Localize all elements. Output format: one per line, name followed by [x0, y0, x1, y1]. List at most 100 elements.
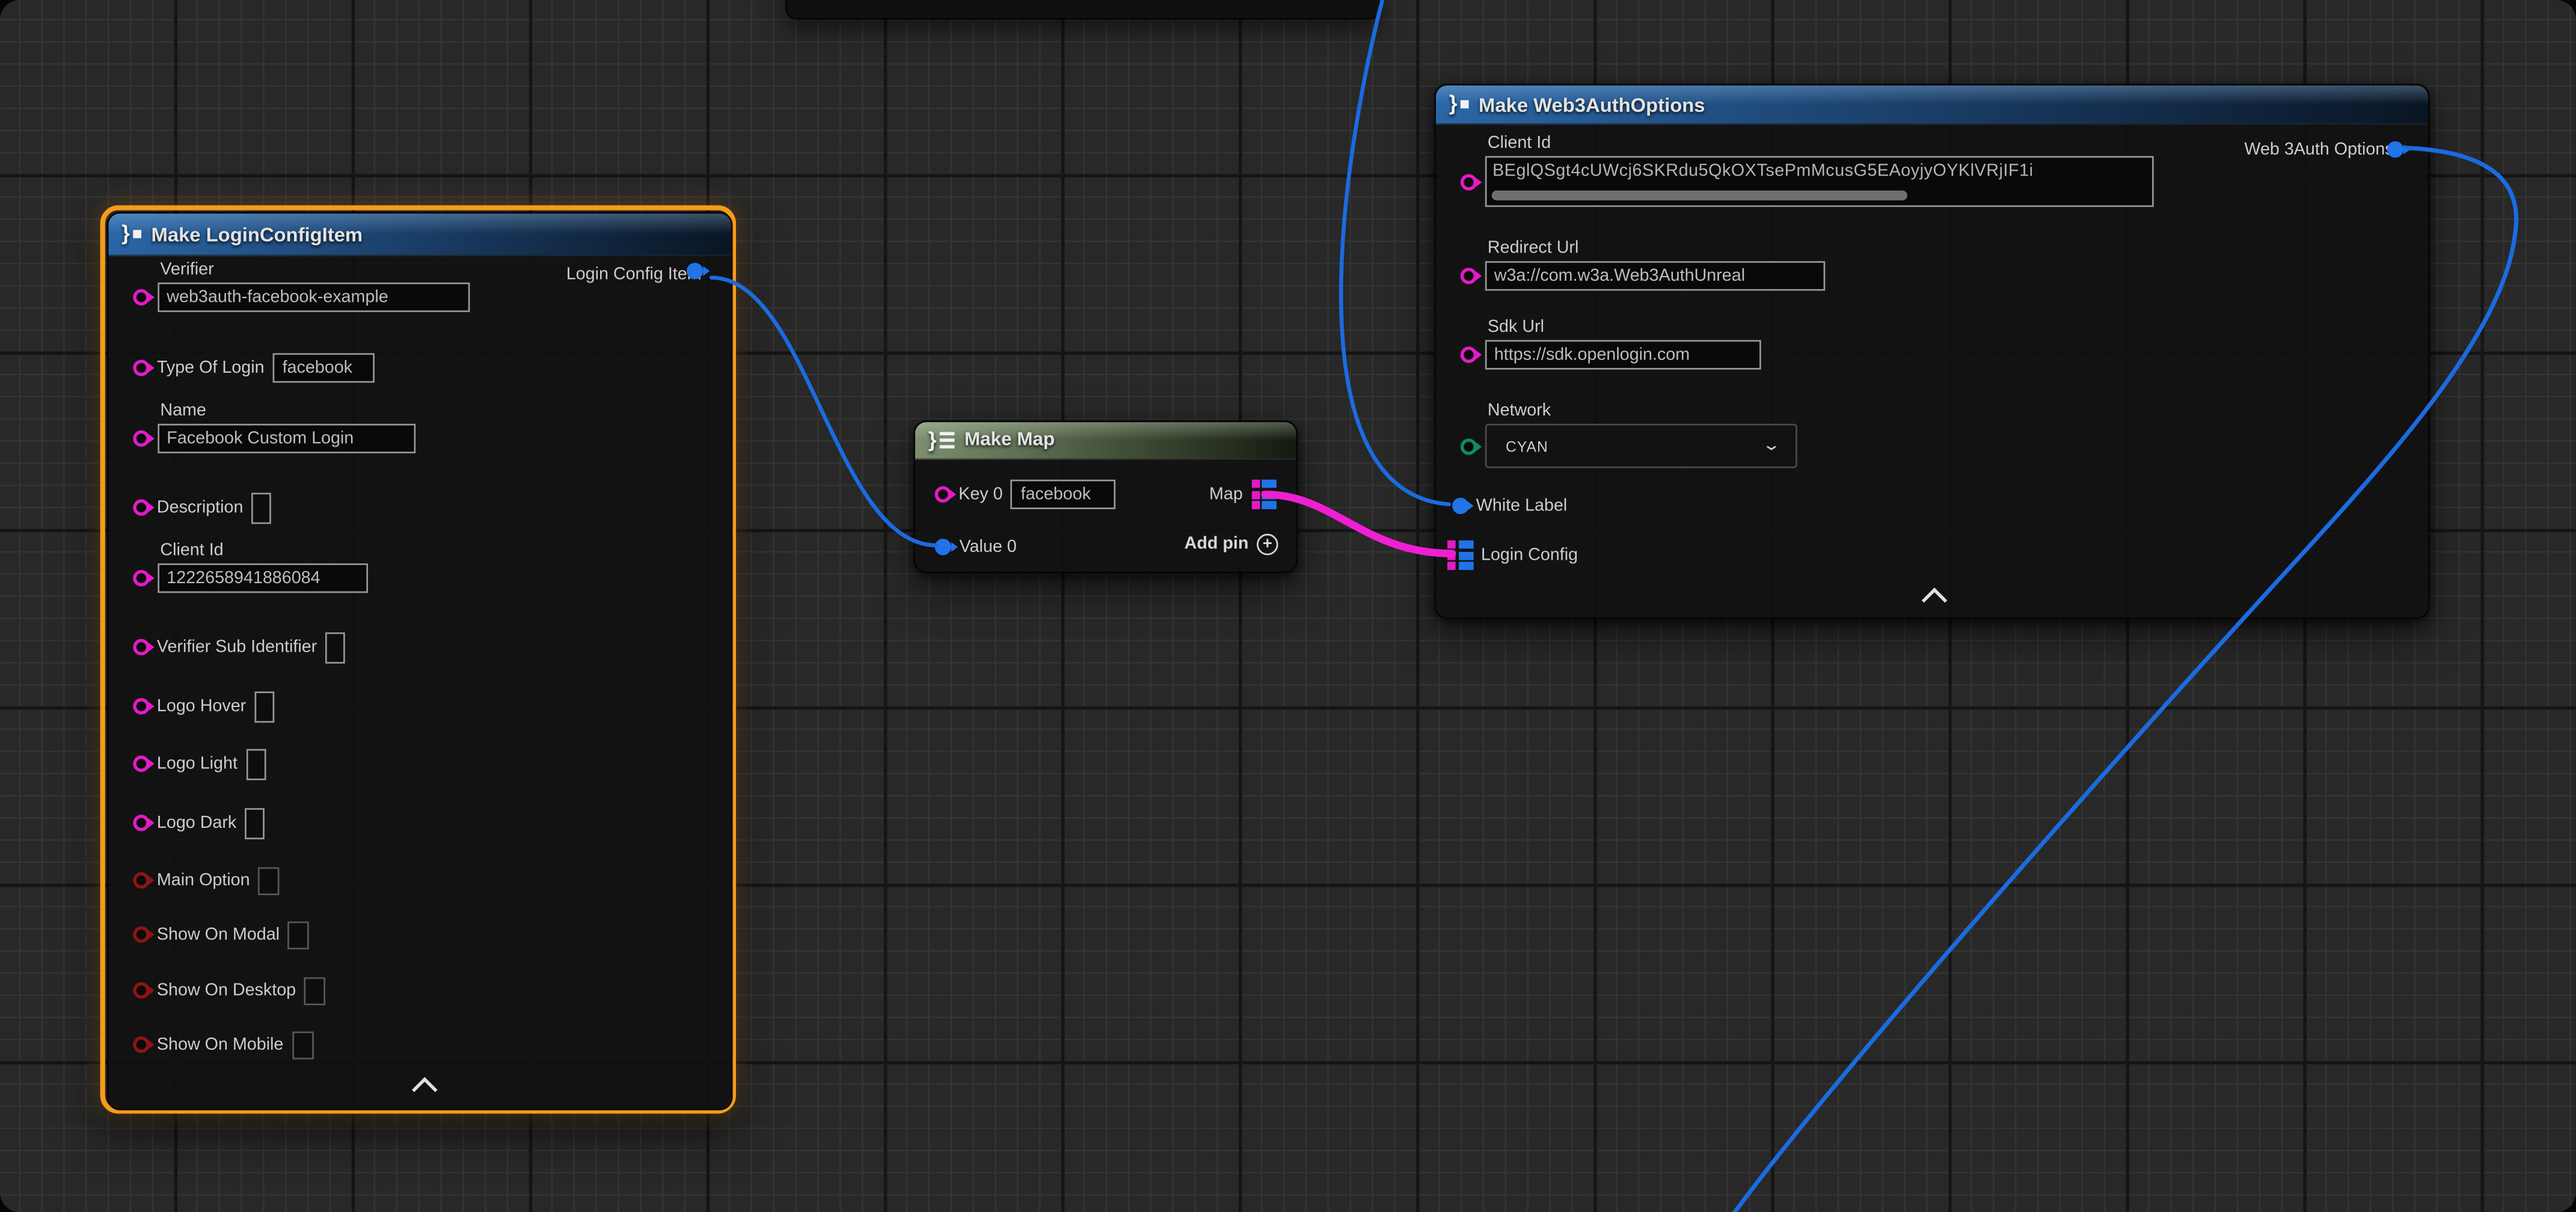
make-struct-icon: }: [121, 224, 141, 245]
input-pin-sdk-url[interactable]: [1459, 346, 1476, 363]
pin-label-verifier-sub-identifier: Verifier Sub Identifier: [157, 637, 317, 657]
node-title: Make LoginConfigItem: [152, 222, 363, 245]
pin-row-logo-dark: Logo Dark: [132, 806, 265, 839]
input-pin-type-of-login[interactable]: [132, 360, 149, 376]
input-pin-logo-dark[interactable]: [132, 815, 149, 831]
pin-label-network: Network: [1488, 401, 1797, 421]
wire-loginconfigitem-to-value0[interactable]: [711, 278, 936, 545]
pin-row-value0: Value 0: [935, 530, 1017, 563]
output-label-map: Map: [1209, 485, 1243, 504]
pin-label-sdk-url: Sdk Url: [1488, 317, 1761, 337]
pin-label-description: Description: [157, 498, 244, 518]
node-make-web3authoptions[interactable]: } Make Web3AuthOptions Web 3Auth Options…: [1434, 84, 2430, 619]
logo-hover-field[interactable]: [254, 691, 274, 722]
make-struct-icon: }: [1449, 94, 1469, 115]
description-field[interactable]: [251, 492, 271, 523]
verifier-sub-identifier-field[interactable]: [325, 631, 345, 663]
node-title: Make Map: [964, 430, 1055, 450]
node-title: Make Web3AuthOptions: [1479, 93, 1705, 115]
main-option-checkbox[interactable]: [258, 866, 280, 894]
input-pin-verifier[interactable]: [132, 289, 149, 305]
pin-label-client-id: Client Id: [1488, 133, 2153, 153]
add-pin-icon[interactable]: +: [1257, 533, 1278, 555]
input-pin-show-on-desktop[interactable]: [132, 982, 149, 999]
redirect-url-field[interactable]: w3a://com.w3a.Web3AuthUnreal: [1484, 261, 1824, 290]
client-id-scrollbar[interactable]: [1491, 191, 1906, 200]
partial-node-top[interactable]: [785, 0, 1380, 20]
make-map-icon: }: [928, 429, 955, 451]
node-header-make-map[interactable]: } Make Map: [915, 422, 1296, 460]
pin-row-type-of-login: Type Of Login facebook: [132, 352, 375, 385]
logo-light-field[interactable]: [246, 748, 266, 779]
collapse-chevron-icon[interactable]: [1922, 587, 1948, 613]
pin-label-verifier: Verifier: [160, 260, 469, 280]
pin-label-logo-hover: Logo Hover: [157, 696, 246, 716]
input-pin-white-label[interactable]: [1452, 498, 1468, 514]
blueprint-editor: } Make LoginConfigItem Login Config Item…: [0, 0, 2576, 1212]
client-id-value: BEglQSgt4cUWcj6SKRdu5QkOXTsePmMcusG5EAoy…: [1486, 158, 2151, 180]
blueprint-graph-canvas[interactable]: } Make LoginConfigItem Login Config Item…: [0, 0, 2576, 1212]
pin-row-login-config: Login Config: [1447, 539, 1578, 572]
pin-row-redirect-url: Redirect Url w3a://com.w3a.Web3AuthUnrea…: [1459, 238, 1824, 290]
pin-label-show-on-desktop: Show On Desktop: [157, 981, 296, 1000]
output-label-web3auth-options: Web 3Auth Options: [2244, 139, 2393, 159]
pin-row-key0: Key 0 facebook: [934, 478, 1116, 511]
wire-top-to-whitelabel[interactable]: [1341, 0, 1449, 504]
input-pin-client-id[interactable]: [132, 570, 149, 586]
key0-field[interactable]: facebook: [1011, 480, 1116, 509]
input-pin-verifier-sub-identifier[interactable]: [132, 639, 149, 655]
verifier-field[interactable]: web3auth-facebook-example: [157, 283, 469, 312]
pin-label-logo-dark: Logo Dark: [157, 813, 236, 833]
input-pin-network[interactable]: [1459, 438, 1476, 454]
type-of-login-field[interactable]: facebook: [272, 353, 374, 382]
pin-row-show-on-modal: Show On Modal: [132, 918, 309, 951]
pin-label-login-config: Login Config: [1481, 545, 1578, 565]
sdk-url-field[interactable]: https://sdk.openlogin.com: [1484, 340, 1760, 370]
pin-label-white-label: White Label: [1476, 496, 1568, 516]
node-header-make-web3authoptions[interactable]: } Make Web3AuthOptions: [1436, 85, 2428, 125]
input-pin-show-on-mobile[interactable]: [132, 1036, 149, 1053]
pin-label-key0: Key 0: [958, 485, 1002, 504]
pin-row-client-id: Client Id 1222658941886084: [132, 540, 367, 593]
output-pin-login-config-item[interactable]: [687, 263, 703, 279]
node-make-loginconfigitem[interactable]: } Make LoginConfigItem Login Config Item…: [107, 212, 733, 1110]
pin-label-client-id: Client Id: [160, 540, 367, 560]
node-make-map[interactable]: } Make Map Key 0 facebook Map Value 0 Ad…: [913, 420, 1298, 573]
logo-dark-field[interactable]: [245, 807, 265, 839]
collapse-chevron-icon[interactable]: [412, 1077, 438, 1103]
client-id-field[interactable]: BEglQSgt4cUWcj6SKRdu5QkOXTsePmMcusG5EAoy…: [1484, 156, 2153, 207]
input-pin-show-on-modal[interactable]: [132, 926, 149, 943]
output-pin-web3auth-options[interactable]: [2387, 141, 2403, 157]
output-label-login-config-item: Login Config Item: [566, 265, 702, 284]
pin-row-logo-hover: Logo Hover: [132, 690, 274, 723]
show-on-mobile-checkbox[interactable]: [292, 1030, 313, 1058]
pin-row-logo-light: Logo Light: [132, 747, 265, 780]
pin-label-logo-light: Logo Light: [157, 754, 238, 774]
input-pin-redirect-url[interactable]: [1459, 268, 1476, 284]
pin-row-network: Network CYAN ⌄: [1459, 401, 1796, 468]
pin-label-redirect-url: Redirect Url: [1488, 238, 1824, 258]
show-on-desktop-checkbox[interactable]: [304, 976, 326, 1004]
pin-row-white-label: White Label: [1452, 489, 1567, 522]
input-pin-logo-hover[interactable]: [132, 698, 149, 714]
pin-row-client-id: Client Id BEglQSgt4cUWcj6SKRdu5QkOXTsePm…: [1459, 133, 2153, 207]
client-id-field[interactable]: 1222658941886084: [157, 563, 367, 593]
input-pin-description[interactable]: [132, 500, 149, 516]
input-pin-logo-light[interactable]: [132, 756, 149, 772]
input-pin-key0[interactable]: [934, 486, 950, 503]
show-on-modal-checkbox[interactable]: [288, 920, 310, 948]
pin-label-main-option: Main Option: [157, 871, 250, 890]
input-pin-name[interactable]: [132, 430, 149, 447]
pin-row-verifier: Verifier web3auth-facebook-example: [132, 260, 469, 312]
input-pin-client-id[interactable]: [1459, 173, 1476, 189]
name-field[interactable]: Facebook Custom Login: [157, 424, 415, 453]
input-pin-main-option[interactable]: [132, 872, 149, 889]
add-pin-row: Add pin +: [1185, 527, 1278, 560]
network-dropdown[interactable]: CYAN ⌄: [1484, 424, 1796, 468]
pin-row-name: Name Facebook Custom Login: [132, 401, 415, 453]
add-pin-label: Add pin: [1185, 534, 1249, 554]
pin-row-show-on-desktop: Show On Desktop: [132, 974, 325, 1007]
chevron-down-icon: ⌄: [1762, 438, 1781, 454]
pin-label-show-on-mobile: Show On Mobile: [157, 1035, 283, 1054]
node-header-make-loginconfigitem[interactable]: } Make LoginConfigItem: [108, 213, 731, 256]
